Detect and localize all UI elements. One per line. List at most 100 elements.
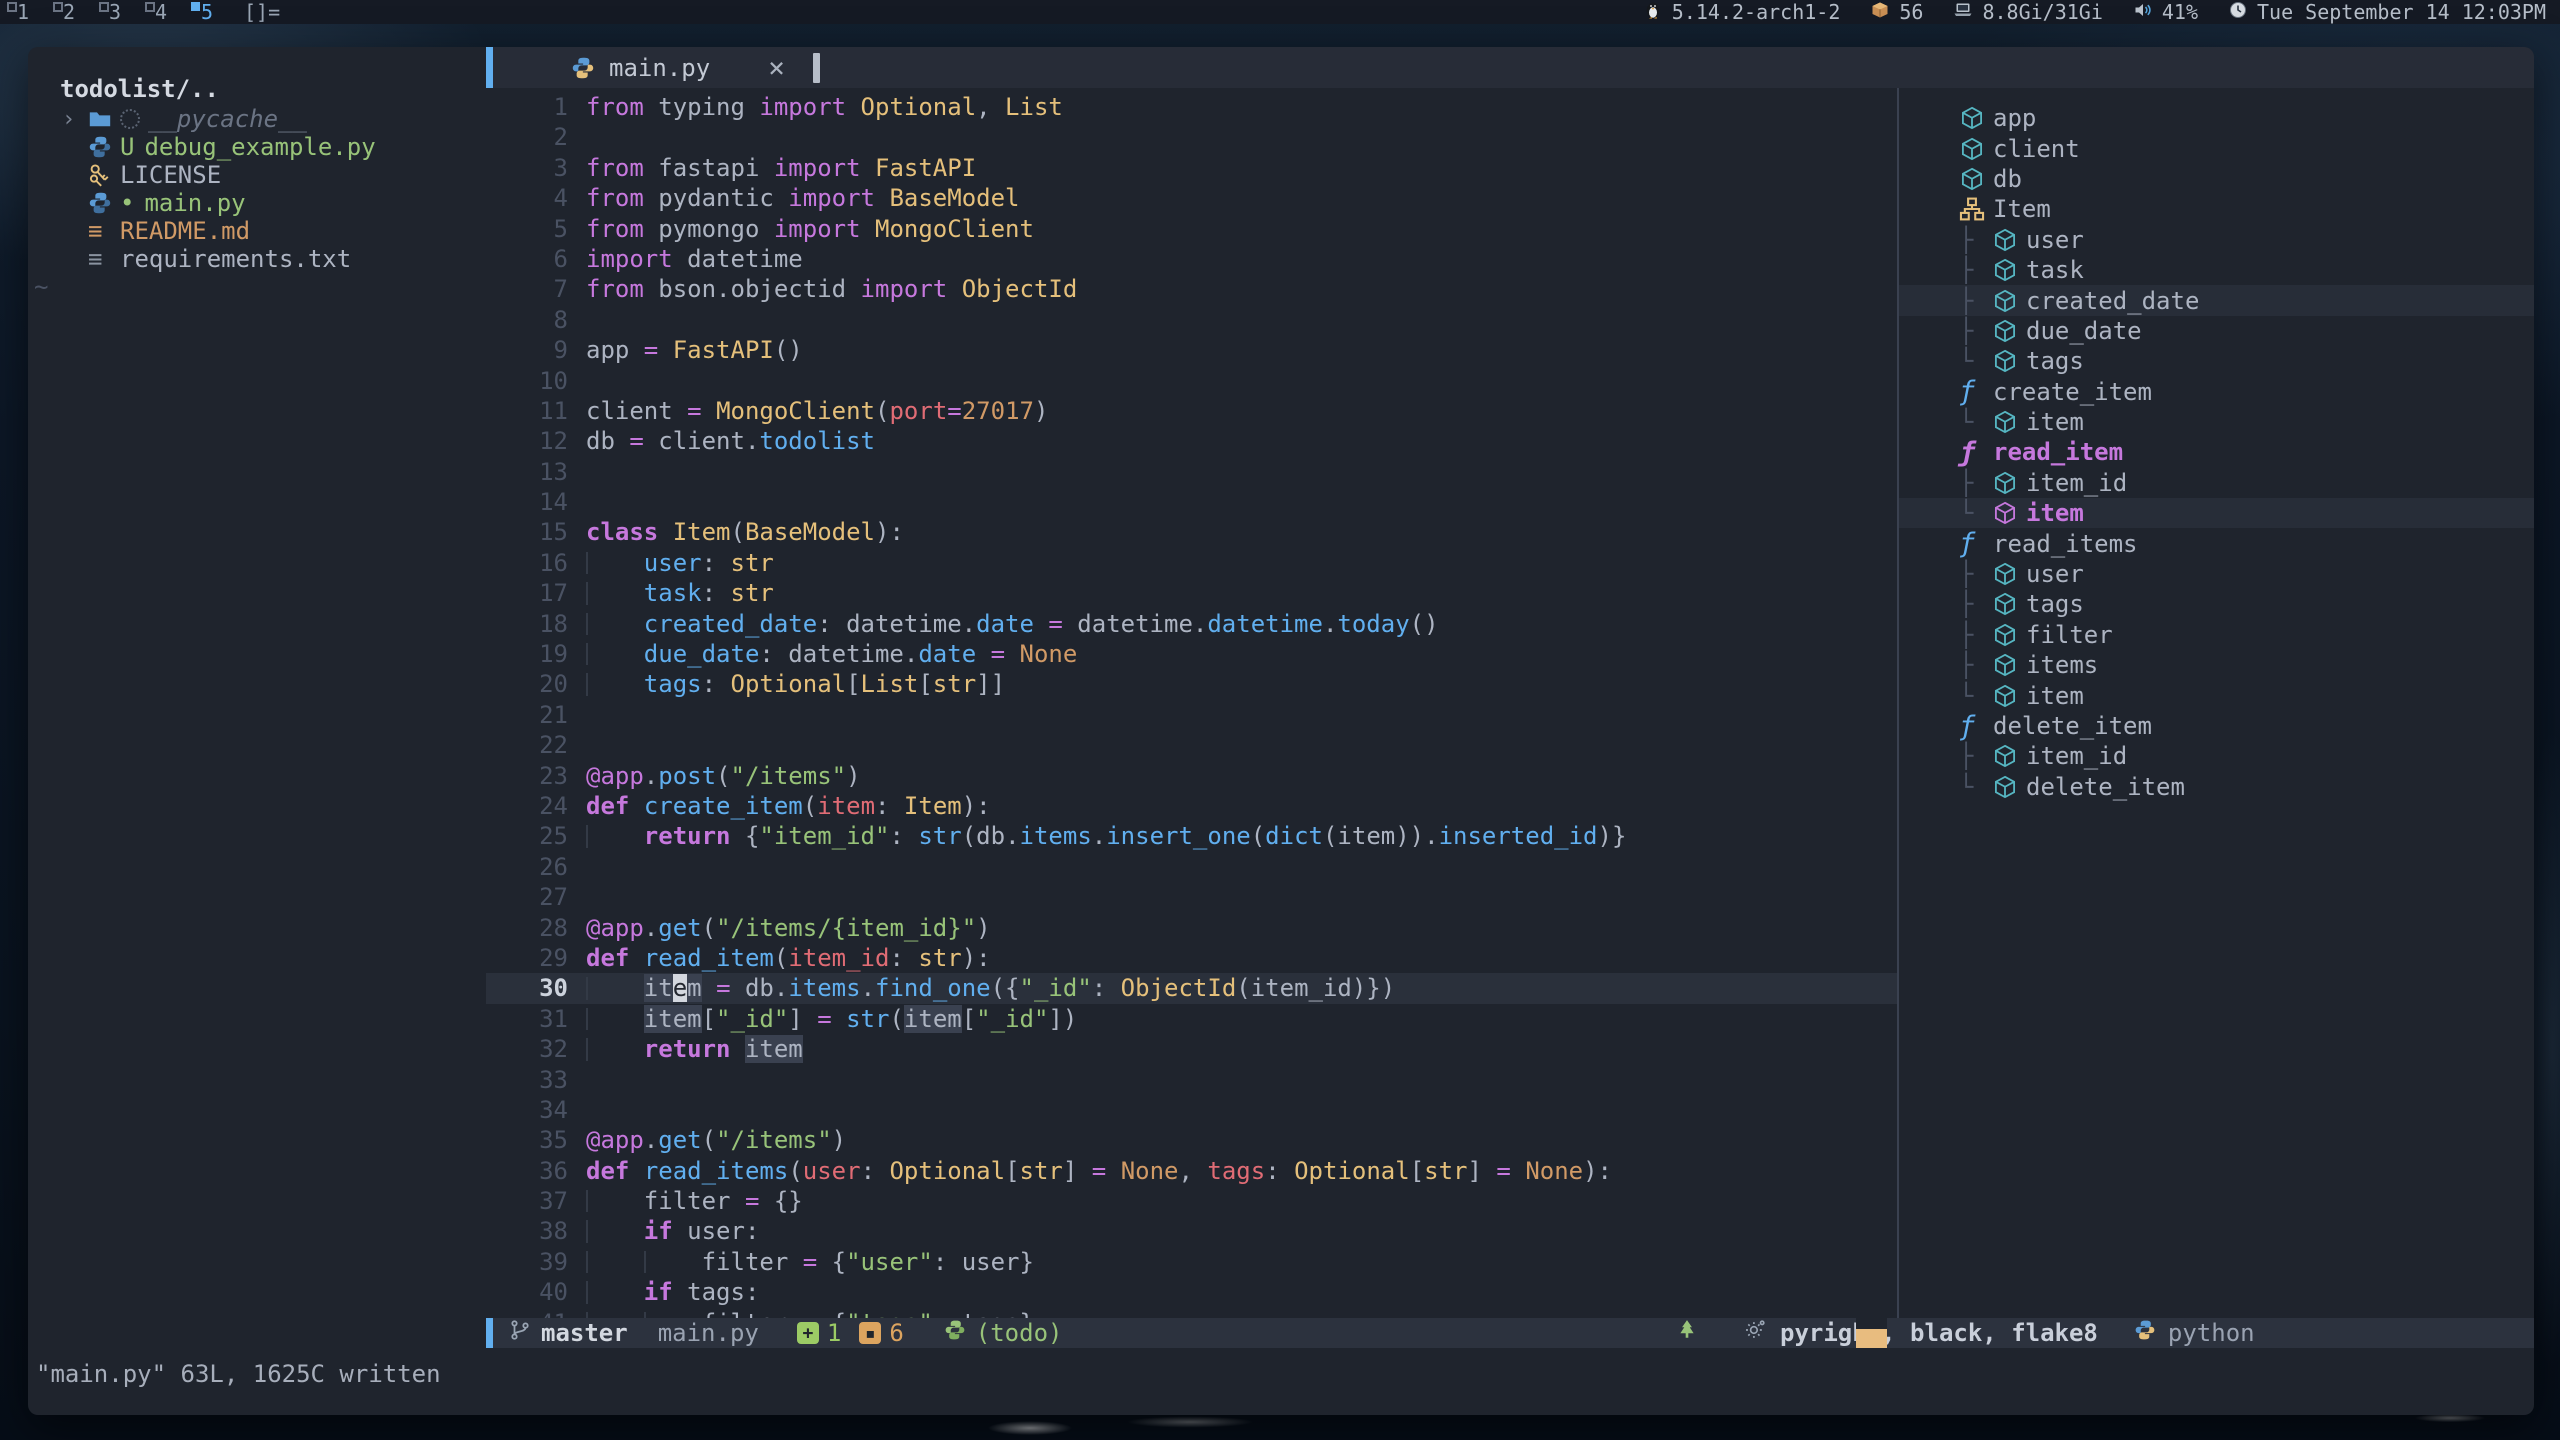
symbol-item-item[interactable]: └item: [1899, 680, 2534, 710]
symbol-item-item_id[interactable]: ├item_id: [1899, 468, 2534, 498]
code-line[interactable]: 37 filter = {}: [486, 1186, 1897, 1216]
symbol-item-db[interactable]: db: [1899, 164, 2534, 194]
line-number: 8: [486, 305, 568, 335]
tab-main-py[interactable]: main.py ×: [493, 47, 785, 88]
code-line[interactable]: 25 return {"item_id": str(db.items.inser…: [486, 821, 1897, 851]
variable-icon: [1992, 743, 2026, 769]
symbol-item-user[interactable]: ├user: [1899, 559, 2534, 589]
code-line[interactable]: 1from typing import Optional, List: [486, 92, 1897, 122]
symbol-label: items: [2026, 651, 2098, 679]
variable-icon: [1992, 470, 2026, 496]
code-line[interactable]: 19 due_date: datetime.date = None: [486, 639, 1897, 669]
code-text: from pymongo import MongoClient: [568, 214, 1034, 244]
git-added-count: 1: [827, 1319, 841, 1347]
code-line[interactable]: 23@app.post("/items"): [486, 761, 1897, 791]
code-line[interactable]: 24def create_item(item: Item):: [486, 791, 1897, 821]
git-changed-count: 6: [889, 1319, 903, 1347]
code-line[interactable]: 26: [486, 852, 1897, 882]
workspace-tag-5[interactable]: 5: [184, 0, 230, 24]
tree-item[interactable]: •main.py: [28, 189, 486, 217]
code-line[interactable]: 35@app.get("/items"): [486, 1125, 1897, 1155]
symbol-item-task[interactable]: ├task: [1899, 255, 2534, 285]
tree-item[interactable]: LICENSE: [28, 161, 486, 189]
code-line[interactable]: 12db = client.todolist: [486, 426, 1897, 456]
tree-root-header[interactable]: todolist/..: [28, 73, 486, 105]
code-line[interactable]: 29def read_item(item_id: str):: [486, 943, 1897, 973]
command-message-line[interactable]: "main.py" 63L, 1625C written: [28, 1348, 2534, 1415]
code-line[interactable]: 31 item["_id"] = str(item["_id"]): [486, 1004, 1897, 1034]
code-line[interactable]: 3from fastapi import FastAPI: [486, 153, 1897, 183]
package-icon: [1870, 0, 1890, 25]
symbol-item-delete_item[interactable]: ƒdelete_item: [1899, 711, 2534, 741]
symbol-item-created_date[interactable]: ├created_date: [1899, 285, 2534, 315]
symbol-item-user[interactable]: ├user: [1899, 225, 2534, 255]
code-line[interactable]: 17 task: str: [486, 578, 1897, 608]
tree-connector: └: [1959, 408, 1992, 436]
code-line[interactable]: 33: [486, 1065, 1897, 1095]
tab-close-icon[interactable]: ×: [768, 51, 785, 84]
code-line[interactable]: 14: [486, 487, 1897, 517]
tabline-accent-bar: [486, 47, 493, 88]
workspace-tag-4[interactable]: 4: [138, 0, 184, 24]
code-text: created_date: datetime.date = datetime.d…: [568, 609, 1439, 639]
code-line[interactable]: 6import datetime: [486, 244, 1897, 274]
line-number: 40: [486, 1277, 568, 1307]
layout-symbol[interactable]: []=: [244, 0, 280, 24]
tree-item[interactable]: Udebug_example.py: [28, 133, 486, 161]
symbol-item-item[interactable]: └item: [1899, 498, 2534, 528]
code-line[interactable]: 9app = FastAPI(): [486, 335, 1897, 365]
tree-item[interactable]: ≡README.md: [28, 217, 486, 245]
code-line[interactable]: 7from bson.objectid import ObjectId: [486, 274, 1897, 304]
symbol-label: Item: [1993, 195, 2051, 223]
code-text: return {"item_id": str(db.items.insert_o…: [568, 821, 1626, 851]
symbol-item-item[interactable]: └item: [1899, 407, 2534, 437]
tree-item[interactable]: ≡requirements.txt: [28, 245, 486, 273]
symbol-item-read_items[interactable]: ƒread_items: [1899, 528, 2534, 558]
code-line[interactable]: 22: [486, 730, 1897, 760]
code-line[interactable]: 10: [486, 366, 1897, 396]
symbol-label: read_item: [1993, 438, 2123, 466]
code-line[interactable]: 36def read_items(user: Optional[str] = N…: [486, 1156, 1897, 1186]
code-line[interactable]: 34: [486, 1095, 1897, 1125]
tree-item[interactable]: ›__pycache__: [28, 105, 486, 133]
code-line[interactable]: 4from pydantic import BaseModel: [486, 183, 1897, 213]
code-line[interactable]: 20 tags: Optional[List[str]]: [486, 669, 1897, 699]
symbol-item-item_id[interactable]: ├item_id: [1899, 741, 2534, 771]
code-line[interactable]: 15class Item(BaseModel):: [486, 517, 1897, 547]
symbol-item-client[interactable]: client: [1899, 133, 2534, 163]
symbol-item-due_date[interactable]: ├due_date: [1899, 316, 2534, 346]
code-text: tags: Optional[List[str]]: [568, 669, 1005, 699]
symbol-item-delete_item[interactable]: └delete_item: [1899, 772, 2534, 802]
code-line[interactable]: 30 item = db.items.find_one({"_id": Obje…: [486, 973, 1897, 1003]
code-line[interactable]: 27: [486, 882, 1897, 912]
code-line[interactable]: 21: [486, 700, 1897, 730]
code-line[interactable]: 5from pymongo import MongoClient: [486, 214, 1897, 244]
indent-guide: [586, 582, 588, 604]
workspace-tag-3[interactable]: 3: [92, 0, 138, 24]
git-branch[interactable]: master: [509, 1319, 628, 1347]
symbol-item-tags[interactable]: ├tags: [1899, 589, 2534, 619]
symbol-item-items[interactable]: ├items: [1899, 650, 2534, 680]
code-line[interactable]: 40 if tags:: [486, 1277, 1897, 1307]
code-line[interactable]: 16 user: str: [486, 548, 1897, 578]
code-line[interactable]: 2: [486, 122, 1897, 152]
code-line[interactable]: 8: [486, 305, 1897, 335]
code-editor[interactable]: 1from typing import Optional, List23from…: [486, 88, 1897, 1318]
symbol-item-read_item[interactable]: ƒread_item: [1899, 437, 2534, 467]
symbol-item-app[interactable]: app: [1899, 103, 2534, 133]
symbol-item-create_item[interactable]: ƒcreate_item: [1899, 377, 2534, 407]
code-text: from fastapi import FastAPI: [568, 153, 976, 183]
code-line[interactable]: 11client = MongoClient(port=27017): [486, 396, 1897, 426]
branch-name: master: [541, 1319, 628, 1347]
workspace-tag-2[interactable]: 2: [46, 0, 92, 24]
code-line[interactable]: 28@app.get("/items/{item_id}"): [486, 913, 1897, 943]
workspace-tag-1[interactable]: 1: [0, 0, 46, 24]
code-line[interactable]: 38 if user:: [486, 1216, 1897, 1246]
code-line[interactable]: 32 return item: [486, 1034, 1897, 1064]
symbol-item-filter[interactable]: ├filter: [1899, 620, 2534, 650]
code-line[interactable]: 39 filter = {"user": user}: [486, 1247, 1897, 1277]
symbol-item-tags[interactable]: └tags: [1899, 346, 2534, 376]
code-line[interactable]: 18 created_date: datetime.date = datetim…: [486, 609, 1897, 639]
code-line[interactable]: 13: [486, 457, 1897, 487]
symbol-item-Item[interactable]: Item: [1899, 194, 2534, 224]
